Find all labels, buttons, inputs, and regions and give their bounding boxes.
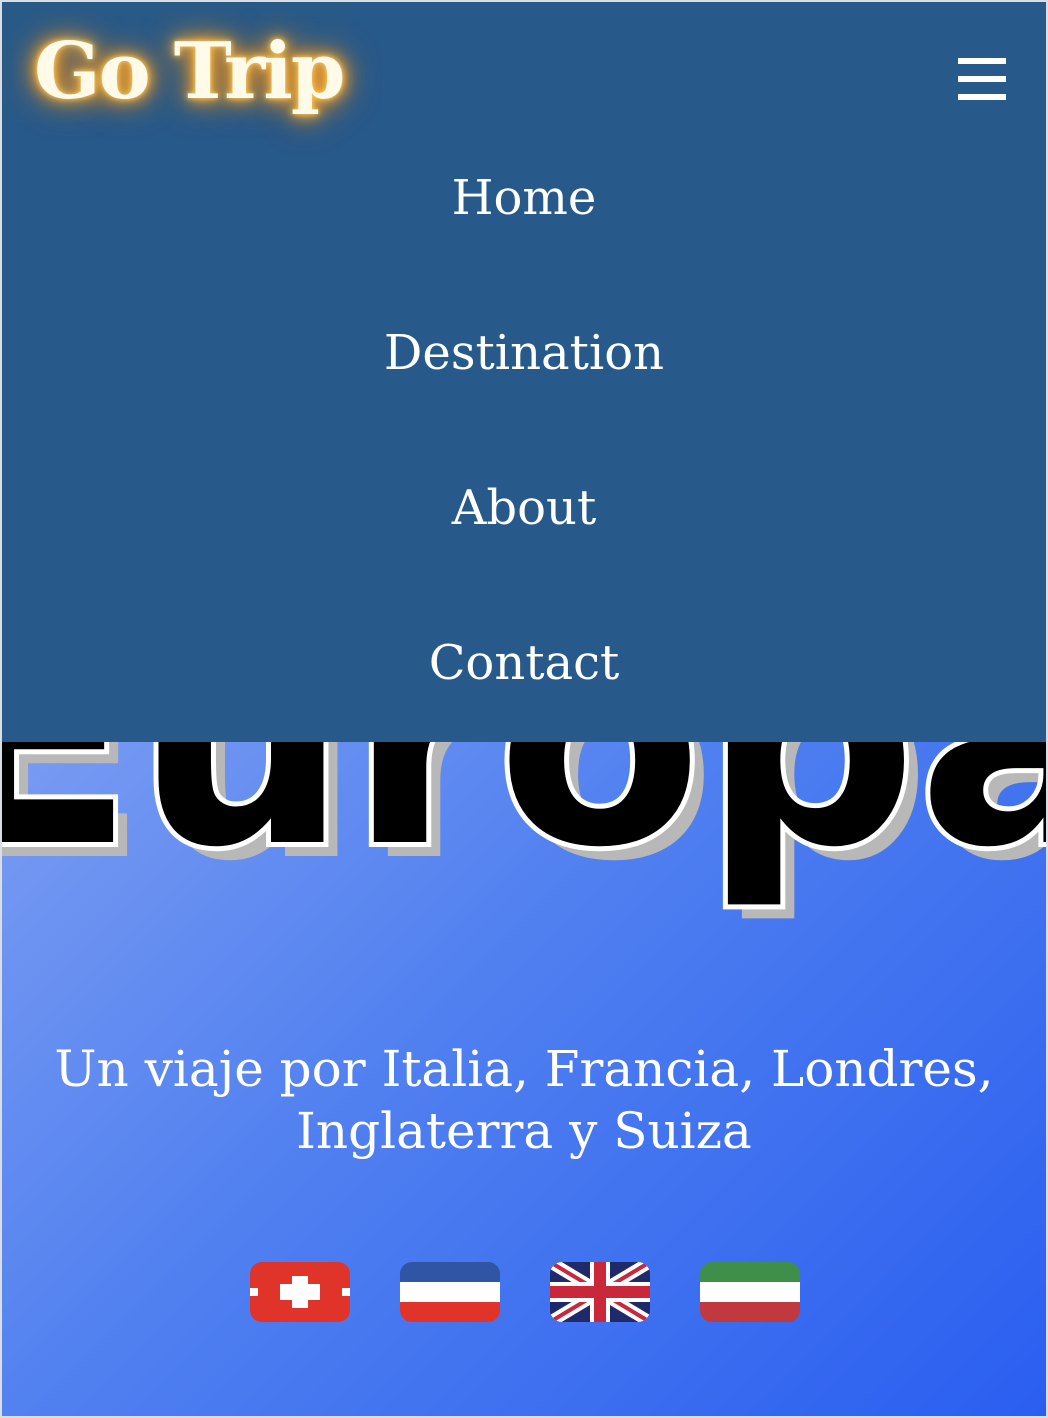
nav-menu-panel: Go Trip Home Destination About Contact — [0, 0, 1048, 742]
nav-item-home[interactable]: Home — [0, 168, 1048, 228]
italy-flag-icon — [700, 1262, 800, 1322]
nav-item-contact[interactable]: Contact — [0, 633, 1048, 693]
hamburger-icon[interactable] — [958, 58, 1006, 100]
switzerland-flag-icon — [250, 1262, 350, 1322]
logo-container[interactable]: Go Trip — [0, 0, 350, 122]
nav-item-about[interactable]: About — [0, 478, 1048, 538]
hero-subtitle: Un viaje por Italia, Francia, Londres, I… — [0, 1038, 1048, 1162]
hero-subtitle-line-1: Un viaje por Italia, Francia, Londres, — [54, 1040, 994, 1098]
flag-row — [250, 1262, 800, 1322]
nav-item-destination[interactable]: Destination — [0, 323, 1048, 383]
france-flag-icon — [400, 1262, 500, 1322]
site-logo[interactable]: Go Trip — [34, 22, 345, 122]
hero-subtitle-line-2: Inglaterra y Suiza — [296, 1102, 752, 1160]
uk-flag-icon — [550, 1262, 650, 1322]
